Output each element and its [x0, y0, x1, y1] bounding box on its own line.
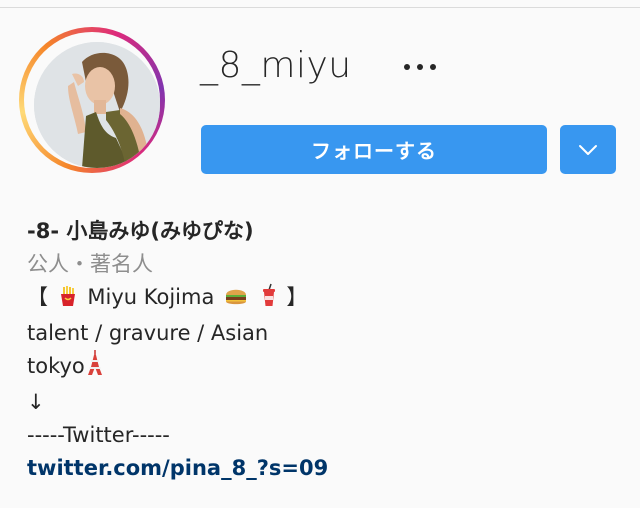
- bio-location-text: tokyo: [27, 354, 85, 378]
- bio-line-roles: talent / gravure / Asian: [27, 321, 269, 345]
- avatar-gap: [24, 32, 160, 168]
- avatar-photo: [34, 42, 160, 168]
- follow-button[interactable]: フォローする: [201, 125, 547, 174]
- chevron-down-icon: [579, 144, 597, 155]
- ellipsis-horizontal-icon[interactable]: [400, 52, 440, 82]
- bio-line-name: 【 Miyu Kojima 】: [27, 281, 617, 317]
- bracket-open: 【: [27, 285, 48, 309]
- bracket-close: 】: [286, 285, 308, 309]
- bio-line-arrow: ↓: [27, 390, 45, 414]
- external-link[interactable]: twitter.com/pina_8_?s=09: [27, 456, 328, 480]
- profile-bio: -8- 小島みゆ(みゆぴな) 公人・著名人 【 Miyu Kojima 】 ta…: [27, 215, 617, 485]
- story-ring[interactable]: [19, 27, 165, 173]
- top-divider: [0, 0, 640, 8]
- follow-button-label: フォローする: [311, 139, 437, 163]
- french-fries-emoji-icon: [57, 284, 79, 317]
- avatar[interactable]: [34, 42, 160, 168]
- username: _8_miyu: [200, 45, 352, 86]
- tokyo-tower-emoji-icon: [87, 350, 103, 386]
- bio-line-location: tokyo: [27, 350, 617, 386]
- hamburger-emoji-icon: [223, 284, 249, 317]
- display-name: -8- 小島みゆ(みゆぴな): [27, 219, 254, 243]
- suggested-accounts-dropdown-button[interactable]: [560, 125, 616, 174]
- bio-line-twitter-header: -----Twitter-----: [27, 423, 170, 447]
- bio-name-text: Miyu Kojima: [87, 285, 215, 309]
- category-label: 公人・著名人: [27, 252, 153, 276]
- cup-with-straw-emoji-icon: [260, 283, 278, 317]
